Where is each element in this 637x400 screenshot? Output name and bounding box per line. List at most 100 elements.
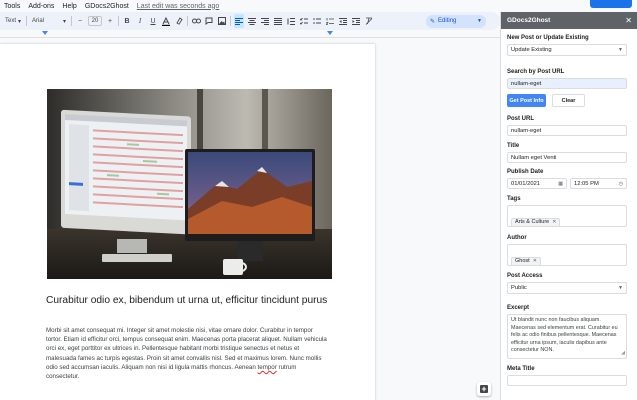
align-center-icon[interactable] <box>247 14 257 28</box>
access-label: Post Access <box>507 273 543 279</box>
title-field: Title Nullam eget Venti <box>507 143 627 163</box>
font-size-input[interactable]: 20 <box>88 16 102 26</box>
publish-time-input[interactable]: 12:05 PM ◷ <box>570 178 627 189</box>
bulleted-list-icon[interactable] <box>312 14 322 28</box>
tags-input[interactable]: Arts & Culture ✕ <box>507 205 627 227</box>
remove-tag-icon[interactable]: ✕ <box>552 219 556 225</box>
title-value: Nullam eget Venti <box>511 154 557 161</box>
line-spacing-icon[interactable] <box>286 14 296 28</box>
calendar-icon[interactable]: ▦ <box>558 181 563 187</box>
excerpt-textarea[interactable]: Ut blandit nunc non faucibus aliquam. Ma… <box>507 314 627 359</box>
align-justify-icon[interactable] <box>273 14 283 28</box>
bold-button[interactable]: B <box>122 14 132 28</box>
comment-icon[interactable] <box>204 14 214 28</box>
align-right-icon[interactable] <box>260 14 270 28</box>
tag-chip: Arts & Culture ✕ <box>511 217 561 227</box>
close-icon[interactable]: ✕ <box>625 16 632 25</box>
editing-mode-select[interactable]: ✎ Editing ▼ <box>426 14 486 28</box>
clock-icon[interactable]: ◷ <box>619 181 623 187</box>
resize-handle-icon[interactable]: ◢ <box>621 350 625 358</box>
chevron-down-icon: ▾ <box>62 18 66 25</box>
font-value: Arial <box>32 18 45 24</box>
chevron-down-icon: ▼ <box>618 285 623 291</box>
author-chip-label: Ghost <box>515 258 530 264</box>
clear-formatting-icon[interactable] <box>364 14 374 28</box>
clear-button[interactable]: Clear <box>552 94 585 107</box>
meta-title-input[interactable] <box>507 375 627 386</box>
highlight-icon[interactable] <box>174 14 184 28</box>
explore-button[interactable] <box>477 382 491 396</box>
toolbar-divider <box>118 16 119 26</box>
remove-author-icon[interactable]: ✕ <box>533 258 537 264</box>
text-color-icon[interactable] <box>161 14 171 28</box>
spelling-error-word[interactable]: tempor <box>258 364 277 371</box>
right-indent-marker[interactable] <box>327 31 333 35</box>
get-post-info-button[interactable]: Get Post Info <box>507 94 546 107</box>
link-icon[interactable] <box>191 14 201 28</box>
style-select[interactable]: Text ▾ <box>3 14 23 28</box>
menu-help[interactable]: Help <box>62 3 76 10</box>
image-icon[interactable] <box>217 14 227 28</box>
publish-date-label: Publish Date <box>507 169 544 175</box>
search-value: nullam-eget <box>511 80 542 87</box>
decrease-font-size-button[interactable]: − <box>75 14 85 28</box>
sidebar-title: GDocs2Ghost <box>507 17 551 24</box>
post-url-input[interactable]: nullam-eget <box>507 125 627 136</box>
publish-date-row: 01/01/2021 ▦ 12:05 PM ◷ <box>507 178 627 189</box>
document-canvas: Curabitur odio ex, bibendum ut urna ut, … <box>0 39 500 400</box>
ruler[interactable] <box>0 30 500 38</box>
tag-chip-label: Arts & Culture <box>515 219 550 225</box>
left-indent-marker[interactable] <box>42 31 48 35</box>
docs-window: Tools Add-ons Help GDocs2Ghost Last edit… <box>0 0 637 400</box>
mode-select[interactable]: Update Existing ▼ <box>507 44 627 56</box>
share-button[interactable] <box>590 0 632 8</box>
access-field: Post Access Public ▼ <box>507 273 627 294</box>
mode-label: New Post or Update Existing <box>507 35 589 41</box>
title-label: Title <box>507 143 520 149</box>
search-field: Search by Post URL nullam-eget <box>507 69 627 89</box>
title-input[interactable]: Nullam eget Venti <box>507 152 627 163</box>
mode-value: Update Existing <box>511 47 552 53</box>
sidebar-header: GDocs2Ghost ✕ <box>501 12 637 29</box>
increase-indent-icon[interactable] <box>351 14 361 28</box>
author-input[interactable]: Ghost ✕ <box>507 244 627 266</box>
checklist-icon[interactable] <box>299 14 309 28</box>
author-chip: Ghost ✕ <box>511 256 541 266</box>
document-page[interactable]: Curabitur odio ex, bibendum ut urna ut, … <box>0 44 375 400</box>
access-value: Public <box>511 285 527 291</box>
post-url-value: nullam-eget <box>511 127 542 134</box>
author-label: Author <box>507 235 527 241</box>
author-field: Author Ghost ✕ <box>507 235 627 266</box>
menu-addons[interactable]: Add-ons <box>28 3 54 10</box>
increase-font-size-button[interactable]: + <box>105 14 115 28</box>
numbered-list-icon[interactable] <box>325 14 335 28</box>
excerpt-label: Excerpt <box>507 305 530 311</box>
publish-date-value: 01/01/2021 <box>511 180 541 187</box>
search-input[interactable]: nullam-eget <box>507 78 627 89</box>
last-edit-link[interactable]: Last edit was seconds ago <box>137 3 220 10</box>
access-select[interactable]: Public ▼ <box>507 282 627 294</box>
italic-button[interactable]: I <box>135 14 145 28</box>
search-label: Search by Post URL <box>507 69 565 75</box>
post-url-field: Post URL nullam-eget <box>507 116 627 136</box>
document-image[interactable] <box>47 89 332 279</box>
style-value: Text <box>5 18 17 24</box>
gdocs2ghost-sidebar: GDocs2Ghost ✕ New Post or Update Existin… <box>500 12 637 400</box>
document-heading[interactable]: Curabitur odio ex, bibendum ut urna ut, … <box>46 294 336 308</box>
underline-button[interactable]: U <box>148 14 158 28</box>
meta-title-label: Meta Title <box>507 366 535 372</box>
align-left-icon[interactable] <box>234 14 244 28</box>
toolbar-divider <box>71 16 72 26</box>
decrease-indent-icon[interactable] <box>338 14 348 28</box>
pencil-icon: ✎ <box>430 18 436 25</box>
toolbar-divider <box>26 16 27 26</box>
publish-date-input[interactable]: 01/01/2021 ▦ <box>507 178 567 189</box>
excerpt-value: Ut blandit nunc non faucibus aliquam. Ma… <box>511 317 618 353</box>
document-paragraph[interactable]: Morbi sit amet consequat mi. Integer sit… <box>46 326 328 381</box>
chevron-down-icon: ▾ <box>17 18 21 25</box>
font-select[interactable]: Arial ▾ <box>30 14 68 28</box>
menu-gdocs2ghost[interactable]: GDocs2Ghost <box>85 3 129 10</box>
publish-time-value: 12:05 PM <box>574 180 599 187</box>
publish-date-field: Publish Date 01/01/2021 ▦ 12:05 PM ◷ <box>507 169 627 189</box>
menu-tools[interactable]: Tools <box>4 3 20 10</box>
